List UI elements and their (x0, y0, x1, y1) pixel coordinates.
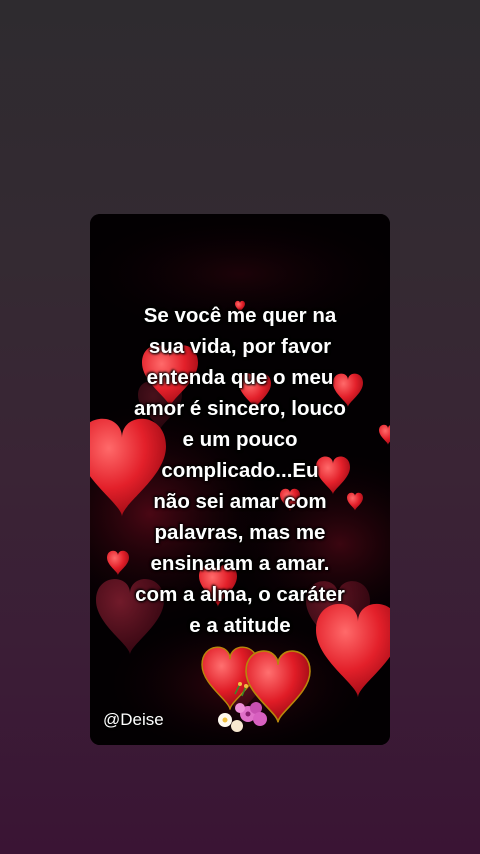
quote-line: entenda que o meu (146, 366, 334, 389)
quote-line: ensinaram a amar. (150, 552, 330, 575)
quote-line: e um pouco (182, 428, 298, 451)
quote-line: amor é sincero, louco (134, 397, 346, 420)
quote-line: com a alma, o caráter (135, 583, 345, 606)
quote-line: não sei amar com (153, 490, 327, 513)
post-image-card: Se você me quer na sua vida, por favor e… (90, 214, 390, 745)
quote-text: Se você me quer na sua vida, por favor e… (90, 300, 390, 641)
quote-line: e a atitude (189, 614, 291, 637)
quote-line: complicado...Eu (161, 459, 319, 482)
signature: @Deise (103, 710, 164, 729)
quote-line: Se você me quer na (143, 304, 337, 327)
quote-line: palavras, mas me (154, 521, 326, 544)
quote-line: sua vida, por favor (148, 335, 332, 358)
